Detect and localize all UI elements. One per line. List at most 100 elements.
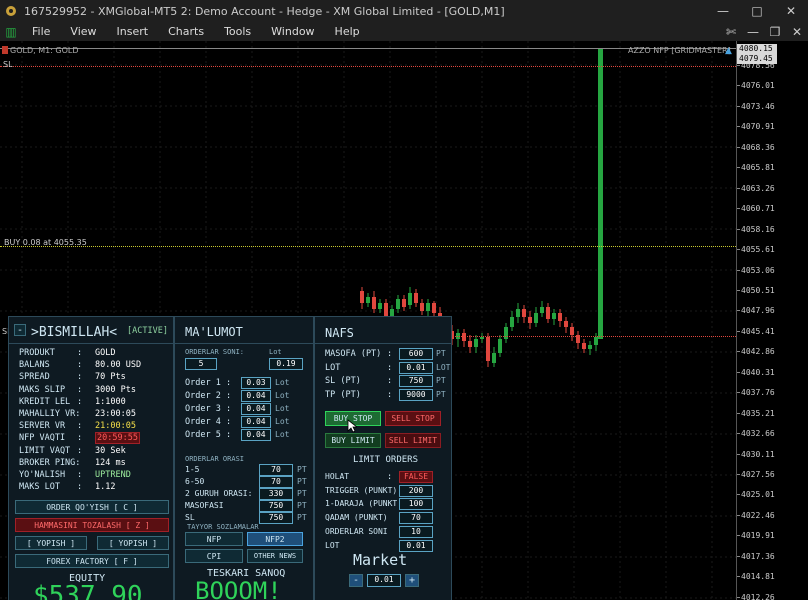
candle-body [378,303,382,309]
price-tick-label: 4065.81 [741,163,775,173]
menu-tools[interactable]: Tools [214,25,261,38]
buy-order-line[interactable] [0,246,736,247]
market-lot-input[interactable]: 0.01 [367,574,401,587]
candle-body [372,297,376,309]
forex-factory-button[interactable]: FOREX FACTORY [ F ] [15,554,169,568]
candle-body [402,299,406,307]
menu-view[interactable]: View [60,25,106,38]
candle-body [540,307,544,313]
menu-window[interactable]: Window [261,25,324,38]
nafs-row-input[interactable]: 750 [399,375,433,387]
distance-unit: PT [297,477,307,486]
distance-input[interactable]: 70 [259,464,293,476]
price-tick-label: 4040.31 [741,367,775,377]
price-tick-label: 4022.46 [741,510,775,520]
market-lot-minus-button[interactable]: - [349,574,363,587]
menu-help[interactable]: Help [325,25,370,38]
order-label: Order 2 : [185,391,232,401]
limit-row-input[interactable]: 70 [399,512,433,525]
market-lot-plus-button[interactable]: + [405,574,419,587]
status-badge: [ACTIVE] [127,326,168,336]
order-label: Order 4 : [185,417,232,427]
order-lot-input[interactable]: 0.04 [241,429,271,441]
distance-input[interactable]: 70 [259,476,293,488]
price-axis[interactable]: 4078.56 4076.01 4073.46 4070.91 4068.36 4065.… [736,41,808,600]
stop-loss-line-2[interactable] [448,336,736,337]
price-tick-mark [737,576,740,578]
limit-row-label: LOT [325,540,340,550]
chart-window-icon[interactable]: ▥ [0,25,22,39]
close-left-button[interactable]: [ YOPISH ] [15,536,87,550]
sell-limit-button[interactable]: SELL LIMIT [385,433,441,448]
candle-body [468,341,472,347]
order-unit: Lot [275,430,290,439]
stop-loss-line[interactable] [0,66,736,67]
menu-insert[interactable]: Insert [107,25,159,38]
nafs-row-input[interactable]: 9000 [399,388,433,401]
total-lot-input[interactable]: 0.19 [269,358,303,370]
close-icon[interactable]: ✕ [774,4,808,18]
limit-row-input[interactable]: 10 [399,525,433,538]
minimize-icon[interactable]: — [706,4,740,18]
close-right-button[interactable]: [ YOPISH ] [97,536,169,550]
nafs-row-input[interactable]: 0.01 [399,361,433,374]
price-tick-label: 4017.36 [741,551,775,561]
candle-body [408,293,412,305]
buy-limit-button[interactable]: BUY LIMIT [325,433,381,448]
app-icon [4,4,18,18]
price-tick-label: 4012.26 [741,592,775,600]
tools-icon[interactable]: ✄ [720,25,742,39]
candle-body [528,317,532,323]
price-tick-label: 4053.06 [741,265,775,275]
order-lot-input[interactable]: 0.04 [241,390,271,402]
order-count-input[interactable]: 5 [185,358,217,370]
chart-restore-icon[interactable]: ❐ [764,25,786,39]
order-lot-input[interactable]: 0.04 [241,416,271,428]
nafs-row-unit: PT [436,389,446,399]
candle-body [432,303,436,313]
reverse-count-value: BOOOM! [195,577,282,600]
order-lot-input[interactable]: 0.03 [241,377,271,389]
preset-nfp2-button[interactable]: NFP2 [247,532,303,546]
price-tick-mark [737,187,740,189]
info-row-sep: : [77,445,83,456]
price-tick-mark [737,494,740,496]
sell-stop-button[interactable]: SELL STOP [385,411,441,426]
distance-input[interactable]: 750 [259,512,293,524]
nafs-row-input[interactable]: 600 [399,348,433,360]
nafs-row-label: SL (PT) [325,376,361,386]
nafs-row-unit: PT [436,376,446,385]
candle-body [570,327,574,335]
maximize-icon[interactable]: □ [740,4,774,18]
limit-row-input[interactable]: 100 [399,498,433,511]
place-order-button[interactable]: ORDER QO'YISH [ C ] [15,500,169,514]
price-tick-label: 4014.81 [741,572,775,582]
order-unit: Lot [275,417,290,426]
price-tick-label: 4019.91 [741,531,775,541]
collapse-button[interactable]: - [14,324,26,336]
preset-nfp-button[interactable]: NFP [185,532,243,546]
price-tick-mark [737,228,740,230]
limit-row-input[interactable]: FALSE [399,471,433,483]
limit-row-input[interactable]: 0.01 [399,539,433,552]
info-row-sep: : [77,433,83,444]
candle-body [588,345,592,349]
nafs-row-sep: : [387,362,393,373]
info-panel: MA'LUMOT ORDERLAR SONI: Lot 5 0.19 Order… [174,316,314,600]
candle-body [552,313,556,319]
menu-file[interactable]: File [22,25,60,38]
chart-minimize-icon[interactable]: — [742,25,764,39]
distance-input[interactable]: 330 [259,488,293,500]
info-row-label: MAKS LOT [19,482,60,493]
distance-input[interactable]: 750 [259,500,293,512]
price-tick-label: 4070.91 [741,122,775,132]
order-lot-input[interactable]: 0.04 [241,403,271,415]
preset-cpi-button[interactable]: CPI [185,549,243,563]
close-all-button[interactable]: HAMMASINI TOZALASH [ Z ] [15,518,169,532]
limit-row-input[interactable]: 200 [399,484,433,497]
chart-close-icon[interactable]: ✕ [786,25,808,39]
preset-other-news-button[interactable]: OTHER NEWS [247,549,303,563]
candle-body [420,303,424,311]
price-tick-mark [737,392,740,394]
menu-charts[interactable]: Charts [158,25,214,38]
